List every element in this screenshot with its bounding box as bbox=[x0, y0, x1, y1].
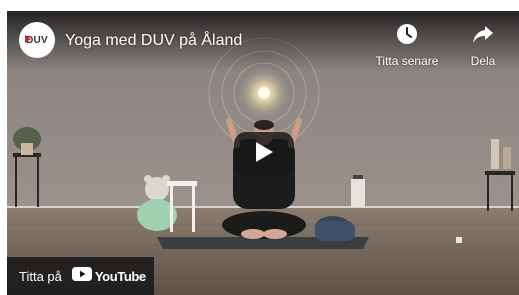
logo-mark-icon bbox=[25, 35, 31, 43]
share-label: Dela bbox=[470, 54, 496, 68]
channel-avatar[interactable]: DUV bbox=[19, 22, 55, 58]
share-button[interactable]: Dela bbox=[459, 23, 507, 68]
watch-on-youtube-button[interactable]: Titta på YouTube bbox=[7, 257, 154, 295]
video-title[interactable]: Yoga med DUV på Åland bbox=[65, 32, 242, 50]
youtube-wordmark: YouTube bbox=[94, 268, 146, 284]
share-arrow-icon bbox=[472, 23, 494, 50]
video-player[interactable]: DUV Yoga med DUV på Åland Titta senare D… bbox=[7, 11, 519, 295]
watch-later-label: Titta senare bbox=[375, 54, 439, 68]
watch-on-label: Titta på bbox=[19, 268, 62, 284]
play-button[interactable] bbox=[234, 132, 294, 176]
watch-later-button[interactable]: Titta senare bbox=[371, 23, 443, 68]
youtube-play-icon bbox=[71, 266, 92, 286]
clock-icon bbox=[396, 23, 418, 50]
youtube-logo: YouTube bbox=[71, 266, 146, 286]
play-icon bbox=[254, 141, 274, 168]
